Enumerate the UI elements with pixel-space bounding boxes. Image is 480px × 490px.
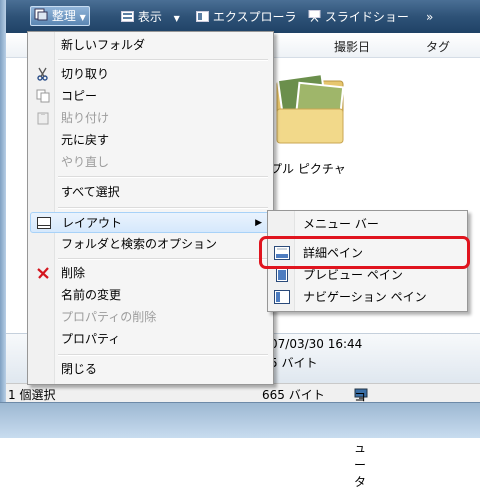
organize-button[interactable]: 整理 ▼ (30, 6, 90, 26)
organize-icon (34, 7, 48, 26)
menu-item-label: プロパティ (61, 332, 121, 346)
window-frame-bottom (0, 402, 480, 438)
menu-item-paste: 貼り付け (30, 108, 271, 129)
menu-item-label: メニュー バー (303, 217, 379, 231)
menu-item-label: 名前の変更 (61, 288, 122, 302)
organize-label: 整理 (51, 9, 76, 23)
menu-item-label: 閉じる (61, 362, 98, 376)
chevron-down-icon: ▼ (173, 14, 180, 23)
menu-item-copy[interactable]: コピー (30, 86, 271, 107)
explorer-window: 整理 ▼ 表示 ▼ エクスプローラ スライドショー » 撮影日 タグ プル ピク… (0, 0, 480, 489)
slideshow-button[interactable]: スライドショー (308, 8, 409, 26)
highlight-annotation (259, 236, 470, 269)
menu-separator (58, 354, 268, 356)
menu-separator (58, 176, 268, 178)
command-bar: 整理 ▼ 表示 ▼ エクスプローラ スライドショー » (6, 0, 480, 33)
menu-item-undo[interactable]: 元に戻す (30, 130, 271, 151)
copy-icon (35, 89, 51, 105)
chevron-down-icon: ▼ (79, 13, 86, 22)
status-selected: 1 個選択 (8, 388, 56, 402)
menu-item-label: プロパティの削除 (61, 310, 157, 324)
menu-item-folder-options[interactable]: フォルダと検索のオプション (30, 234, 271, 255)
sample-pictures-folder-icon[interactable] (271, 57, 347, 153)
details-date: 07/03/30 16:44 (270, 337, 363, 351)
menu-item-rename[interactable]: 名前の変更 (30, 285, 271, 306)
explorer-icon (196, 9, 209, 27)
submenu-item-menu-bar[interactable]: メニュー バー (270, 213, 465, 235)
preview-pane-icon (274, 267, 290, 283)
menu-item-label: すべて選択 (61, 185, 120, 199)
view-button[interactable]: 表示 ▼ (121, 8, 180, 26)
menu-item-new-folder[interactable]: 新しいフォルダ (30, 35, 271, 56)
organize-menu: 新しいフォルダ 切り取り コピー 貼り付け 元に戻す やり直し すべて選択 レイ… (27, 31, 274, 385)
status-size: 665 バイト (262, 388, 325, 402)
menu-item-layout[interactable]: レイアウト ▶ (30, 212, 271, 233)
menu-item-label: 新しいフォルダ (61, 38, 146, 52)
menu-item-delete[interactable]: 削除 (30, 263, 271, 284)
more-button[interactable]: » (426, 8, 433, 26)
menu-item-cut[interactable]: 切り取り (30, 64, 271, 85)
menu-item-label: やり直し (61, 155, 110, 169)
menu-item-label: レイアウト (62, 216, 123, 230)
menu-item-close[interactable]: 閉じる (30, 359, 271, 380)
slideshow-icon (308, 9, 321, 27)
menu-item-label: コピー (61, 89, 98, 103)
menu-item-label: 貼り付け (61, 111, 110, 125)
explorer-button[interactable]: エクスプローラ (196, 8, 296, 26)
layout-icon (36, 216, 52, 232)
menu-separator (58, 207, 268, 209)
menu-item-label: 切り取り (61, 67, 110, 81)
menu-item-label: 削除 (61, 266, 86, 280)
navigation-pane-icon (274, 289, 290, 305)
menu-item-label: 元に戻す (61, 133, 110, 147)
menu-item-redo: やり直し (30, 152, 271, 173)
submenu-arrow-icon: ▶ (255, 218, 262, 228)
slideshow-label: スライドショー (324, 10, 409, 24)
column-tags[interactable]: タグ (426, 38, 450, 55)
folder-caption: プル ピクチャ (270, 162, 346, 176)
menu-item-select-all[interactable]: すべて選択 (30, 182, 271, 203)
column-date-taken[interactable]: 撮影日 (334, 38, 370, 55)
menu-item-label: ナビゲーション ペイン (303, 290, 427, 304)
view-icon (121, 9, 134, 27)
menu-separator (58, 258, 268, 260)
paste-icon (35, 111, 51, 127)
scissors-icon (35, 67, 51, 83)
menu-separator (58, 59, 268, 61)
delete-icon (35, 266, 51, 282)
menu-item-properties[interactable]: プロパティ (30, 329, 271, 350)
status-bar: 1 個選択 665 バイト コンピュータ (6, 383, 480, 489)
explorer-label: エクスプローラ (212, 10, 297, 24)
menu-item-label: フォルダと検索のオプション (61, 237, 218, 251)
submenu-item-navigation-pane[interactable]: ナビゲーション ペイン (270, 286, 465, 308)
view-label: 表示 (137, 10, 162, 24)
menu-item-remove-properties: プロパティの削除 (30, 307, 271, 328)
details-size: 5 バイト (270, 356, 318, 370)
